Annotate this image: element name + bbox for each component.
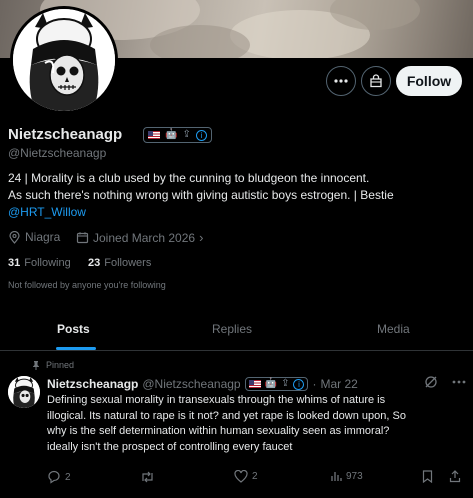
us-flag-icon bbox=[148, 131, 160, 139]
android-icon: 🤖 bbox=[264, 378, 278, 389]
joined-text: Joined March 2026 bbox=[93, 230, 196, 245]
repost-icon bbox=[142, 471, 153, 483]
followers-label: Followers bbox=[104, 257, 152, 269]
post-author-handle[interactable]: @Nietzscheanagp bbox=[142, 377, 240, 391]
views-button[interactable]: 973 bbox=[330, 470, 363, 482]
location-pin-icon bbox=[9, 230, 20, 244]
more-options-button[interactable] bbox=[326, 66, 356, 96]
android-icon: 🤖 bbox=[165, 129, 178, 140]
following-label: Following bbox=[24, 257, 71, 269]
post-date[interactable]: Mar 22 bbox=[320, 377, 357, 391]
location-meta: Niagra bbox=[8, 230, 60, 244]
avatar-illustration bbox=[8, 376, 40, 408]
pinned-label: Pinned bbox=[32, 360, 74, 370]
subscribe-button[interactable] bbox=[361, 66, 391, 96]
more-horizontal-icon[interactable] bbox=[452, 380, 466, 384]
like-count: 2 bbox=[252, 471, 258, 482]
more-horizontal-icon bbox=[334, 79, 348, 83]
not-followed-notice: Not followed by anyone you're following bbox=[8, 280, 166, 290]
post-text-line: ideally isn't the prospect of controllin… bbox=[47, 440, 293, 453]
location-text: Niagra bbox=[25, 230, 61, 244]
following-count: 31 bbox=[8, 257, 21, 269]
gift-bag-icon bbox=[370, 74, 382, 88]
tabs-divider bbox=[0, 350, 473, 351]
bio-mention-link[interactable]: @HRT_Willow bbox=[8, 204, 468, 221]
view-count: 973 bbox=[346, 470, 363, 482]
reply-button[interactable]: 2 bbox=[47, 470, 71, 484]
reply-icon bbox=[48, 470, 60, 484]
post-author-badges: 🤖 ⇪ i bbox=[244, 377, 309, 391]
avatar-illustration bbox=[13, 9, 115, 111]
repost-button[interactable] bbox=[140, 470, 159, 484]
share-button[interactable] bbox=[449, 470, 461, 483]
profile-avatar[interactable] bbox=[10, 6, 118, 114]
tab-media[interactable]: Media bbox=[377, 322, 410, 336]
bio-line: As such there's nothing wrong with givin… bbox=[8, 188, 394, 202]
following-stat[interactable]: 31 Following bbox=[8, 257, 71, 269]
pinned-text: Pinned bbox=[46, 360, 75, 370]
info-icon[interactable]: i bbox=[195, 129, 207, 141]
like-button[interactable]: 2 bbox=[234, 470, 258, 483]
post-header: Nietzscheanagp @Nietzscheanagp 🤖 ⇪ i · M… bbox=[47, 377, 358, 391]
followers-count: 23 bbox=[88, 257, 101, 269]
share-upload-icon bbox=[449, 470, 461, 483]
bio-line: 24 | Morality is a club used by the cunn… bbox=[8, 171, 370, 185]
post-author-name[interactable]: Nietzscheanagp bbox=[47, 377, 138, 391]
bookmark-icon bbox=[422, 470, 433, 483]
share-icon: ⇪ bbox=[182, 129, 191, 140]
bookmark-button[interactable] bbox=[422, 470, 433, 483]
chevron-right-icon: › bbox=[199, 230, 204, 245]
follow-button[interactable]: Follow bbox=[396, 66, 462, 96]
pin-icon bbox=[33, 360, 39, 370]
share-icon: ⇪ bbox=[281, 378, 290, 389]
profile-handle: @Nietzscheanagp bbox=[8, 146, 107, 160]
tab-replies[interactable]: Replies bbox=[212, 322, 252, 336]
tab-posts[interactable]: Posts bbox=[57, 322, 90, 336]
post-date-separator: · bbox=[312, 377, 317, 391]
calendar-icon bbox=[76, 232, 89, 244]
profile-badges: 🤖 ⇪ i bbox=[143, 127, 212, 143]
post-text-line: Defining sexual morality in transexuals … bbox=[47, 394, 386, 406]
post-author-avatar[interactable] bbox=[8, 376, 40, 408]
reply-count: 2 bbox=[65, 471, 71, 483]
heart-icon bbox=[234, 470, 248, 483]
post-body: Defining sexual morality in transexuals … bbox=[47, 393, 467, 455]
joined-meta[interactable]: Joined March 2026 › bbox=[76, 230, 203, 245]
post-text-line: illogical. Its natural to rape is it not… bbox=[47, 409, 406, 422]
views-chart-icon bbox=[331, 472, 342, 481]
us-flag-icon bbox=[248, 380, 261, 388]
grok-icon[interactable] bbox=[424, 375, 438, 389]
followers-stat[interactable]: 23 Followers bbox=[88, 257, 151, 269]
profile-display-name: Nietzscheanagp bbox=[8, 126, 123, 143]
profile-bio: 24 | Morality is a club used by the cunn… bbox=[8, 170, 468, 221]
info-icon[interactable]: i bbox=[293, 378, 305, 390]
post-text-line: why is the self determination within hum… bbox=[47, 425, 390, 437]
post-top-icons bbox=[424, 375, 466, 389]
